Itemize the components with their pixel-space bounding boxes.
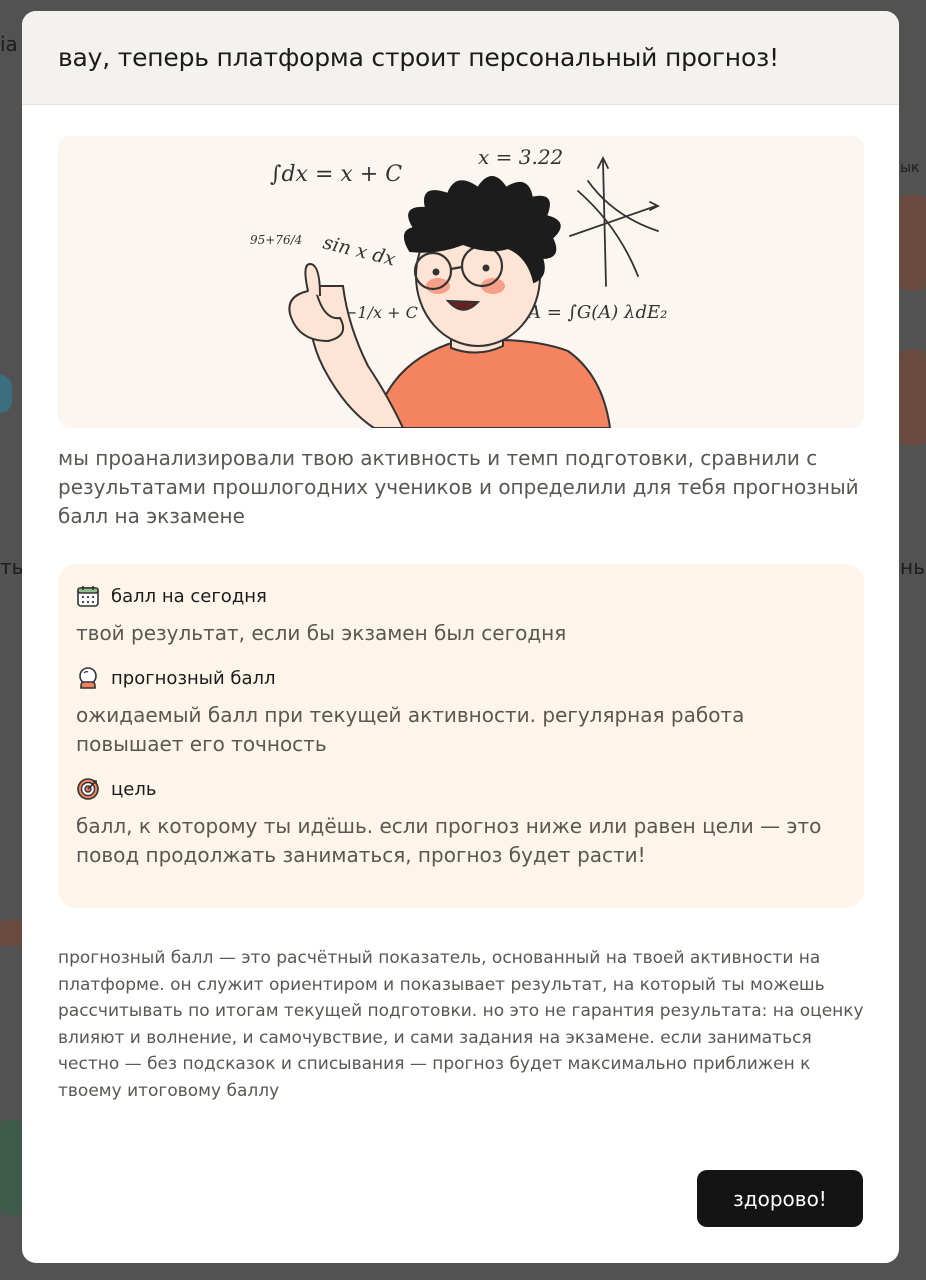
info-item-description: твой результат, если бы экзамен был сего… <box>76 621 567 645</box>
info-item-title: цель <box>111 778 157 800</box>
info-item-goal: цель балл, к которому ты идёшь. если про… <box>76 775 846 870</box>
background-text-fragment: ык <box>900 160 920 176</box>
score-explanation-card: балл на сегодня твой результат, если бы … <box>58 564 864 908</box>
formula-integral: ∫dx = x + C <box>270 162 402 187</box>
disclaimer-text: прогнозный балл — это расчётный показате… <box>58 948 864 1101</box>
student-illustration: ∫dx = x + C x = 3.22 95+76/4 sin x dx −1… <box>58 136 864 428</box>
calendar-icon <box>76 584 100 608</box>
info-item-forecast-score: прогнозный балл ожидаемый балл при текущ… <box>76 664 846 759</box>
confirm-button[interactable]: здорово! <box>697 1170 863 1227</box>
background-card <box>899 350 926 445</box>
info-item-title: прогнозный балл <box>111 667 276 689</box>
modal-title: вау, теперь платформа строит персональны… <box>58 43 779 72</box>
modal-header: вау, теперь платформа строит персональны… <box>22 11 899 105</box>
background-image <box>0 1120 22 1215</box>
formula-minus-fraction: −1/x + C <box>344 303 418 322</box>
background-text-fragment: ia <box>0 32 18 56</box>
background-avatar <box>0 375 12 413</box>
student-with-formulas-illustration: ∫dx = x + C x = 3.22 95+76/4 sin x dx −1… <box>250 145 667 428</box>
info-item-today-score: балл на сегодня твой результат, если бы … <box>76 582 846 648</box>
background-card <box>899 195 926 290</box>
info-item-title: балл на сегодня <box>111 585 267 607</box>
crystal-ball-icon <box>76 666 100 690</box>
formula-area: A = ∫G(A) λdE₂ <box>526 302 667 323</box>
info-item-description: балл, к которому ты идёшь. если прогноз … <box>76 814 822 867</box>
info-item-description: ожидаемый балл при текущей активности. р… <box>76 703 745 756</box>
background-tag <box>0 920 22 946</box>
target-icon <box>76 777 100 801</box>
formula-sin: sin x dx <box>321 232 398 271</box>
background-text-fragment: ть <box>0 555 24 579</box>
background-text-fragment: нь <box>900 555 925 579</box>
forecast-modal: вау, теперь платформа строит персональны… <box>22 11 899 1263</box>
intro-text: мы проанализировали твою активность и те… <box>58 446 859 528</box>
formula-x-value: x = 3.22 <box>478 145 563 169</box>
formula-fraction: 95+76/4 <box>250 233 302 247</box>
